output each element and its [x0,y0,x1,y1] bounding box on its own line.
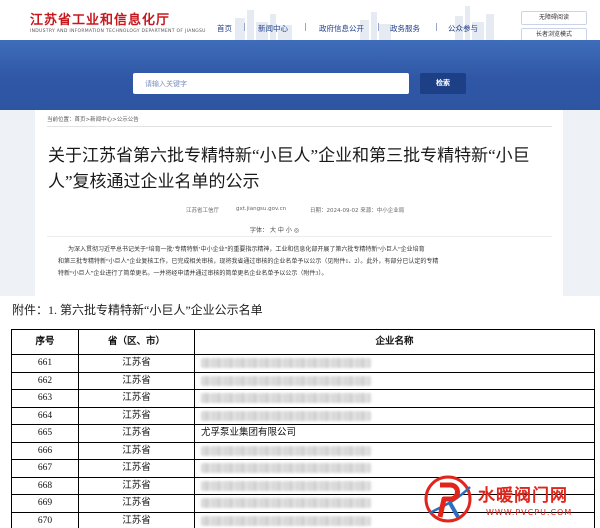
row-company-name [194,441,595,460]
row-serial: 666 [11,441,79,460]
row-province: 江苏省 [78,389,195,408]
table-row: 665 江苏省 尤孚泵业集团有限公司 [11,424,595,443]
row-company-name [194,389,595,408]
redacted-company-name [201,480,371,491]
row-province: 江苏省 [78,511,195,528]
redacted-company-name [201,498,371,509]
site-header: 江苏省工业和信息化厅 INDUSTRY AND INFORMATION TECH… [0,0,600,42]
article-date-source: 日期：2024-09-02 来源：中小企业局 [310,208,405,214]
row-serial: 669 [11,494,79,513]
watermark-url: WWW.PVCPU.COM [486,508,573,517]
font-size-small[interactable]: 小 [286,227,292,234]
header-serial: 序号 [11,329,79,355]
row-company-name: 尤孚泵业集团有限公司 [194,424,595,443]
table-header-row: 序号 省（区、市） 企业名称 [11,329,595,355]
nav-item-home[interactable]: 首页 [217,23,232,34]
row-province: 江苏省 [78,406,195,425]
search-input[interactable] [133,73,409,94]
redacted-company-name [201,393,371,404]
article-body-line: 和第三批专精特新“小巨人”企业复核工作，已完成相关审核，现将我省通过审核的企业名… [58,259,439,265]
row-serial: 662 [11,371,79,390]
row-serial: 665 [11,424,79,443]
search-button[interactable]: 检索 [420,73,466,94]
row-province: 江苏省 [78,354,195,373]
row-company-name [194,371,595,390]
nav-separator [378,23,379,31]
redacted-company-name [201,358,371,369]
row-province: 江苏省 [78,424,195,443]
font-size-label: 字体： [250,227,269,234]
header-company: 企业名称 [194,329,595,355]
row-serial: 664 [11,406,79,425]
redacted-company-name [201,515,371,526]
nav-item-gov-service[interactable]: 政务服务 [390,23,420,34]
nav-item-public[interactable]: 公众参与 [448,23,478,34]
article-body-line: 特新“小巨人”企业进行了简单更名。一并将经申请并通过审核的简单更名企业名单予以公… [58,271,328,277]
font-size-large[interactable]: 大 [270,227,276,234]
table-row: 667 江苏省 [11,459,595,478]
redacted-company-name [201,410,371,421]
row-province: 江苏省 [78,476,195,495]
meta-divider [47,236,552,237]
table-row: 661 江苏省 [11,354,595,373]
site-subtitle: INDUSTRY AND INFORMATION TECHNOLOGY DEPA… [30,29,206,34]
font-size-medium[interactable]: 中 [278,227,284,234]
redacted-company-name [201,445,371,456]
watermark-logo-icon [424,475,472,523]
row-serial: 661 [11,354,79,373]
redacted-company-name [201,463,371,474]
row-serial: 670 [11,511,79,528]
table-row: 663 江苏省 [11,389,595,408]
table-row: 662 江苏省 [11,371,595,390]
article-url: gxt.jiangsu.gov.cn [236,206,287,212]
article-source: 江苏省工信厅 [186,208,220,214]
nav-separator [305,23,306,31]
row-province: 江苏省 [78,441,195,460]
row-serial: 663 [11,389,79,408]
print-icon[interactable]: ◎ [294,227,299,234]
row-company-name [194,406,595,425]
row-company-name [194,459,595,478]
table-row: 664 江苏省 [11,406,595,425]
accessible-reading-button[interactable]: 无障碍阅读 [521,11,587,25]
row-province: 江苏省 [78,459,195,478]
nav-item-gov-info[interactable]: 政府信息公开 [319,23,364,34]
watermark-brand: 水暖阀门网 [478,486,568,506]
article-title: 关于江苏省第六批专精特新“小巨人”企业和第三批专精特新“小巨人”复核通过企业名单… [48,146,530,191]
site-title[interactable]: 江苏省工业和信息化厅 [30,9,170,28]
article-body-line: 为深入贯彻习近平总书记关于“培育一批‘专精特新’中小企业”的重要指示精神，工业和… [68,247,425,253]
nav-separator [244,23,245,31]
redacted-company-name [201,375,371,386]
row-serial: 668 [11,476,79,495]
nav-separator [436,23,437,31]
nav-item-news[interactable]: 新闻中心 [258,23,288,34]
row-province: 江苏省 [78,494,195,513]
row-company-name [194,354,595,373]
row-serial: 667 [11,459,79,478]
table-row: 666 江苏省 [11,441,595,460]
attachment-heading: 附件：1. 第六批专精特新“小巨人”企业公示名单 [12,303,263,317]
breadcrumb[interactable]: 当前位置：首页>新闻中心>公示公告 [47,115,139,123]
header-province: 省（区、市） [78,329,195,355]
breadcrumb-divider [47,126,552,127]
row-province: 江苏省 [78,371,195,390]
font-size-control: 字体： 大 中 小 ◎ [250,225,299,234]
